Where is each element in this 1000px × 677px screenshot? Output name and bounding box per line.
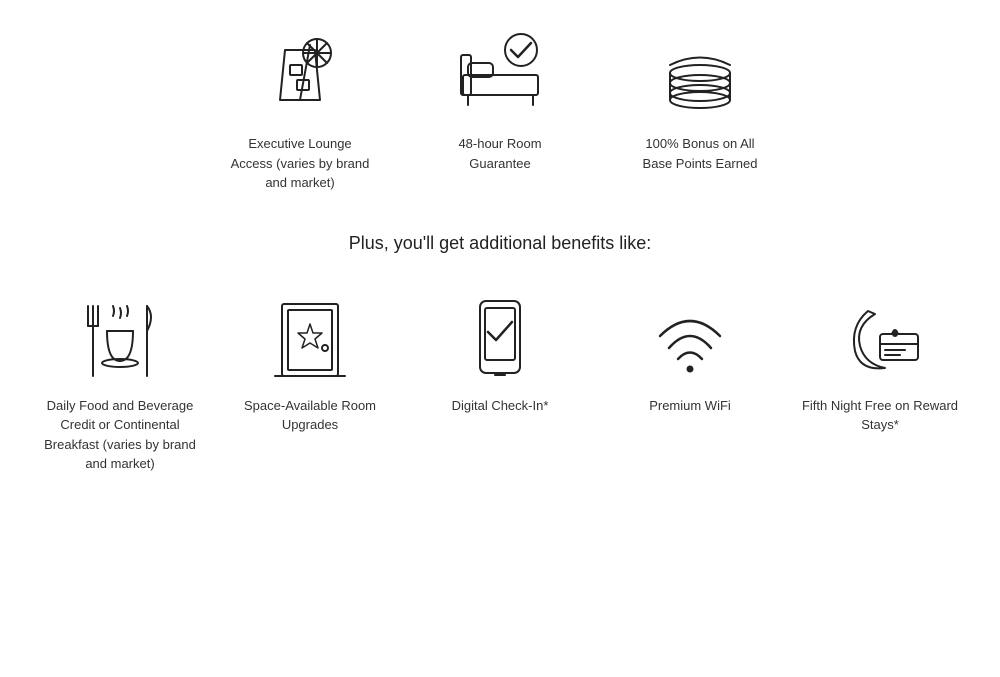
fifth-night-label: Fifth Night Free on Reward Stays*: [800, 396, 960, 435]
fifth-night-icon: [830, 296, 930, 381]
bonus-points-label: 100% Bonus on All Base Points Earned: [630, 134, 770, 173]
room-guarantee-label: 48-hour Room Guarantee: [430, 134, 570, 173]
wifi-label: Premium WiFi: [649, 396, 731, 416]
benefit-lounge-access: Executive Lounge Access (varies by brand…: [230, 20, 370, 193]
wifi-icon: [645, 296, 735, 381]
bottom-benefits: Daily Food and Beverage Credit or Contin…: [40, 294, 960, 474]
room-upgrades-icon-area: [260, 294, 360, 384]
benefit-wifi: Premium WiFi: [610, 294, 770, 474]
wifi-icon-area: [640, 294, 740, 384]
digital-checkin-icon-area: [450, 294, 550, 384]
bonus-points-icon: [650, 25, 750, 115]
top-benefits: Executive Lounge Access (varies by brand…: [40, 20, 960, 193]
benefit-bonus-points: 100% Bonus on All Base Points Earned: [630, 20, 770, 193]
digital-checkin-icon: [465, 296, 535, 381]
lounge-access-icon-area: [250, 20, 350, 120]
plus-section: Plus, you'll get additional benefits lik…: [40, 233, 960, 254]
benefit-fifth-night: Fifth Night Free on Reward Stays*: [800, 294, 960, 474]
room-upgrades-icon: [270, 296, 350, 381]
room-guarantee-icon-area: [450, 20, 550, 120]
benefit-room-upgrades: Space-Available Room Upgrades: [230, 294, 390, 474]
lounge-access-label: Executive Lounge Access (varies by brand…: [230, 134, 370, 193]
food-beverage-icon: [75, 296, 165, 381]
main-container: Executive Lounge Access (varies by brand…: [0, 0, 1000, 514]
room-upgrades-label: Space-Available Room Upgrades: [230, 396, 390, 435]
room-guarantee-icon: [453, 25, 548, 115]
benefit-food-beverage: Daily Food and Beverage Credit or Contin…: [40, 294, 200, 474]
plus-heading: Plus, you'll get additional benefits lik…: [40, 233, 960, 254]
digital-checkin-label: Digital Check-In*: [452, 396, 549, 416]
lounge-access-icon: [255, 25, 345, 115]
food-beverage-icon-area: [70, 294, 170, 384]
food-beverage-label: Daily Food and Beverage Credit or Contin…: [40, 396, 200, 474]
benefit-digital-checkin: Digital Check-In*: [420, 294, 580, 474]
fifth-night-icon-area: [830, 294, 930, 384]
bonus-points-icon-area: [650, 20, 750, 120]
benefit-room-guarantee: 48-hour Room Guarantee: [430, 20, 570, 193]
